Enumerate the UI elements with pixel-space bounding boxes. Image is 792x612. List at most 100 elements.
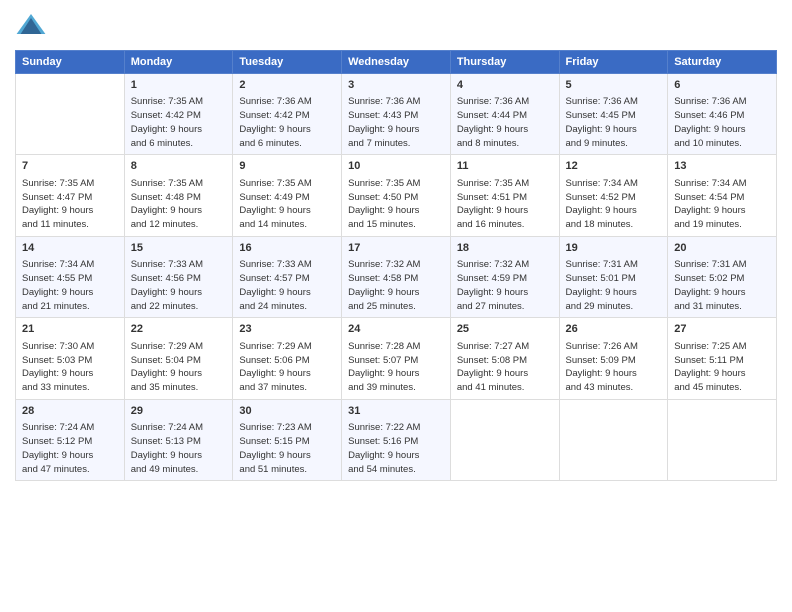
page: SundayMondayTuesdayWednesdayThursdayFrid… — [0, 0, 792, 612]
logo — [15, 10, 51, 42]
calendar-cell: 12Sunrise: 7:34 AMSunset: 4:52 PMDayligh… — [559, 155, 668, 236]
cell-content: Sunrise: 7:24 AMSunset: 5:12 PMDaylight:… — [22, 421, 118, 476]
day-number: 13 — [674, 159, 770, 174]
day-number: 25 — [457, 322, 553, 337]
day-number: 2 — [239, 78, 335, 93]
cell-content: Sunrise: 7:28 AMSunset: 5:07 PMDaylight:… — [348, 340, 444, 395]
cell-content: Sunrise: 7:35 AMSunset: 4:50 PMDaylight:… — [348, 177, 444, 232]
col-header-saturday: Saturday — [668, 51, 777, 74]
day-number: 27 — [674, 322, 770, 337]
day-number: 21 — [22, 322, 118, 337]
calendar-cell: 31Sunrise: 7:22 AMSunset: 5:16 PMDayligh… — [342, 399, 451, 480]
calendar-cell: 28Sunrise: 7:24 AMSunset: 5:12 PMDayligh… — [16, 399, 125, 480]
cell-content: Sunrise: 7:33 AMSunset: 4:57 PMDaylight:… — [239, 258, 335, 313]
day-number: 11 — [457, 159, 553, 174]
cell-content: Sunrise: 7:27 AMSunset: 5:08 PMDaylight:… — [457, 340, 553, 395]
calendar-cell: 25 Sunrise: 7:27 AMSunset: 5:08 PMDayligh… — [450, 318, 559, 399]
calendar-cell: 15Sunrise: 7:33 AMSunset: 4:56 PMDayligh… — [124, 236, 233, 317]
calendar-cell: 20 Sunrise: 7:31 AMSunset: 5:02 PMDayligh… — [668, 236, 777, 317]
calendar-cell: 6 Sunrise: 7:36 AMSunset: 4:46 PMDaylight… — [668, 74, 777, 155]
cell-content: Sunrise: 7:32 AMSunset: 4:58 PMDaylight:… — [348, 258, 444, 313]
calendar-week-row: 21 Sunrise: 7:30 AMSunset: 5:03 PMDayligh… — [16, 318, 777, 399]
calendar-cell: 30 Sunrise: 7:23 AMSunset: 5:15 PMDayligh… — [233, 399, 342, 480]
cell-content: Sunrise: 7:33 AMSunset: 4:56 PMDaylight:… — [131, 258, 227, 313]
cell-content: Sunrise: 7:35 AMSunset: 4:47 PMDaylight:… — [22, 177, 118, 232]
cell-content: Sunrise: 7:23 AMSunset: 5:15 PMDaylight:… — [239, 421, 335, 476]
cell-content: Sunrise: 7:35 AMSunset: 4:51 PMDaylight:… — [457, 177, 553, 232]
cell-content: Sunrise: 7:30 AMSunset: 5:03 PMDaylight:… — [22, 340, 118, 395]
day-number: 23 — [239, 322, 335, 337]
day-number: 17 — [348, 241, 444, 256]
calendar-cell: 7 Sunrise: 7:35 AMSunset: 4:47 PMDaylight… — [16, 155, 125, 236]
header — [15, 10, 777, 42]
day-number: 5 — [566, 78, 662, 93]
cell-content: Sunrise: 7:25 AMSunset: 5:11 PMDaylight:… — [674, 340, 770, 395]
cell-content: Sunrise: 7:31 AMSunset: 5:02 PMDaylight:… — [674, 258, 770, 313]
calendar-cell: 2 Sunrise: 7:36 AMSunset: 4:42 PMDaylight… — [233, 74, 342, 155]
calendar-week-row: 28Sunrise: 7:24 AMSunset: 5:12 PMDayligh… — [16, 399, 777, 480]
calendar-cell: 1Sunrise: 7:35 AMSunset: 4:42 PMDaylight… — [124, 74, 233, 155]
day-number: 14 — [22, 241, 118, 256]
calendar-cell: 17 Sunrise: 7:32 AMSunset: 4:58 PMDayligh… — [342, 236, 451, 317]
calendar-cell — [668, 399, 777, 480]
day-number: 7 — [22, 159, 118, 174]
calendar-cell: 4 Sunrise: 7:36 AMSunset: 4:44 PMDaylight… — [450, 74, 559, 155]
day-number: 20 — [674, 241, 770, 256]
calendar-cell: 18 Sunrise: 7:32 AMSunset: 4:59 PMDayligh… — [450, 236, 559, 317]
cell-content: Sunrise: 7:32 AMSunset: 4:59 PMDaylight:… — [457, 258, 553, 313]
calendar-week-row: 7 Sunrise: 7:35 AMSunset: 4:47 PMDaylight… — [16, 155, 777, 236]
calendar-cell: 26Sunrise: 7:26 AMSunset: 5:09 PMDayligh… — [559, 318, 668, 399]
day-number: 18 — [457, 241, 553, 256]
logo-icon — [15, 10, 47, 42]
calendar-cell: 8 Sunrise: 7:35 AMSunset: 4:48 PMDaylight… — [124, 155, 233, 236]
day-number: 4 — [457, 78, 553, 93]
calendar-cell: 13 Sunrise: 7:34 AMSunset: 4:54 PMDayligh… — [668, 155, 777, 236]
cell-content: Sunrise: 7:36 AMSunset: 4:45 PMDaylight:… — [566, 95, 662, 150]
col-header-thursday: Thursday — [450, 51, 559, 74]
calendar-cell: 23Sunrise: 7:29 AMSunset: 5:06 PMDayligh… — [233, 318, 342, 399]
cell-content: Sunrise: 7:26 AMSunset: 5:09 PMDaylight:… — [566, 340, 662, 395]
cell-content: Sunrise: 7:24 AMSunset: 5:13 PMDaylight:… — [131, 421, 227, 476]
cell-content: Sunrise: 7:34 AMSunset: 4:52 PMDaylight:… — [566, 177, 662, 232]
day-number: 24 — [348, 322, 444, 337]
cell-content: Sunrise: 7:35 AMSunset: 4:48 PMDaylight:… — [131, 177, 227, 232]
cell-content: Sunrise: 7:29 AMSunset: 5:04 PMDaylight:… — [131, 340, 227, 395]
col-header-monday: Monday — [124, 51, 233, 74]
calendar-cell: 19 Sunrise: 7:31 AMSunset: 5:01 PMDayligh… — [559, 236, 668, 317]
calendar-cell: 21 Sunrise: 7:30 AMSunset: 5:03 PMDayligh… — [16, 318, 125, 399]
day-number: 16 — [239, 241, 335, 256]
day-number: 9 — [239, 159, 335, 174]
calendar-cell: 10 Sunrise: 7:35 AMSunset: 4:50 PMDayligh… — [342, 155, 451, 236]
calendar-cell: 3 Sunrise: 7:36 AMSunset: 4:43 PMDaylight… — [342, 74, 451, 155]
calendar-week-row: 1Sunrise: 7:35 AMSunset: 4:42 PMDaylight… — [16, 74, 777, 155]
calendar-cell: 5 Sunrise: 7:36 AMSunset: 4:45 PMDaylight… — [559, 74, 668, 155]
day-number: 29 — [131, 404, 227, 419]
calendar-cell: 27 Sunrise: 7:25 AMSunset: 5:11 PMDayligh… — [668, 318, 777, 399]
day-number: 22 — [131, 322, 227, 337]
col-header-tuesday: Tuesday — [233, 51, 342, 74]
day-number: 30 — [239, 404, 335, 419]
calendar-week-row: 14Sunrise: 7:34 AMSunset: 4:55 PMDayligh… — [16, 236, 777, 317]
calendar-cell: 11 Sunrise: 7:35 AMSunset: 4:51 PMDayligh… — [450, 155, 559, 236]
calendar-table: SundayMondayTuesdayWednesdayThursdayFrid… — [15, 50, 777, 481]
cell-content: Sunrise: 7:36 AMSunset: 4:43 PMDaylight:… — [348, 95, 444, 150]
day-number: 6 — [674, 78, 770, 93]
cell-content: Sunrise: 7:36 AMSunset: 4:46 PMDaylight:… — [674, 95, 770, 150]
cell-content: Sunrise: 7:31 AMSunset: 5:01 PMDaylight:… — [566, 258, 662, 313]
cell-content: Sunrise: 7:22 AMSunset: 5:16 PMDaylight:… — [348, 421, 444, 476]
calendar-cell: 22 Sunrise: 7:29 AMSunset: 5:04 PMDayligh… — [124, 318, 233, 399]
calendar-cell: 24 Sunrise: 7:28 AMSunset: 5:07 PMDayligh… — [342, 318, 451, 399]
day-number: 19 — [566, 241, 662, 256]
calendar-cell — [559, 399, 668, 480]
cell-content: Sunrise: 7:36 AMSunset: 4:44 PMDaylight:… — [457, 95, 553, 150]
calendar-cell: 14Sunrise: 7:34 AMSunset: 4:55 PMDayligh… — [16, 236, 125, 317]
calendar-cell — [450, 399, 559, 480]
calendar-cell: 16 Sunrise: 7:33 AMSunset: 4:57 PMDayligh… — [233, 236, 342, 317]
day-number: 3 — [348, 78, 444, 93]
cell-content: Sunrise: 7:35 AMSunset: 4:49 PMDaylight:… — [239, 177, 335, 232]
day-number: 10 — [348, 159, 444, 174]
day-number: 8 — [131, 159, 227, 174]
calendar-cell: 9 Sunrise: 7:35 AMSunset: 4:49 PMDaylight… — [233, 155, 342, 236]
cell-content: Sunrise: 7:36 AMSunset: 4:42 PMDaylight:… — [239, 95, 335, 150]
cell-content: Sunrise: 7:34 AMSunset: 4:54 PMDaylight:… — [674, 177, 770, 232]
